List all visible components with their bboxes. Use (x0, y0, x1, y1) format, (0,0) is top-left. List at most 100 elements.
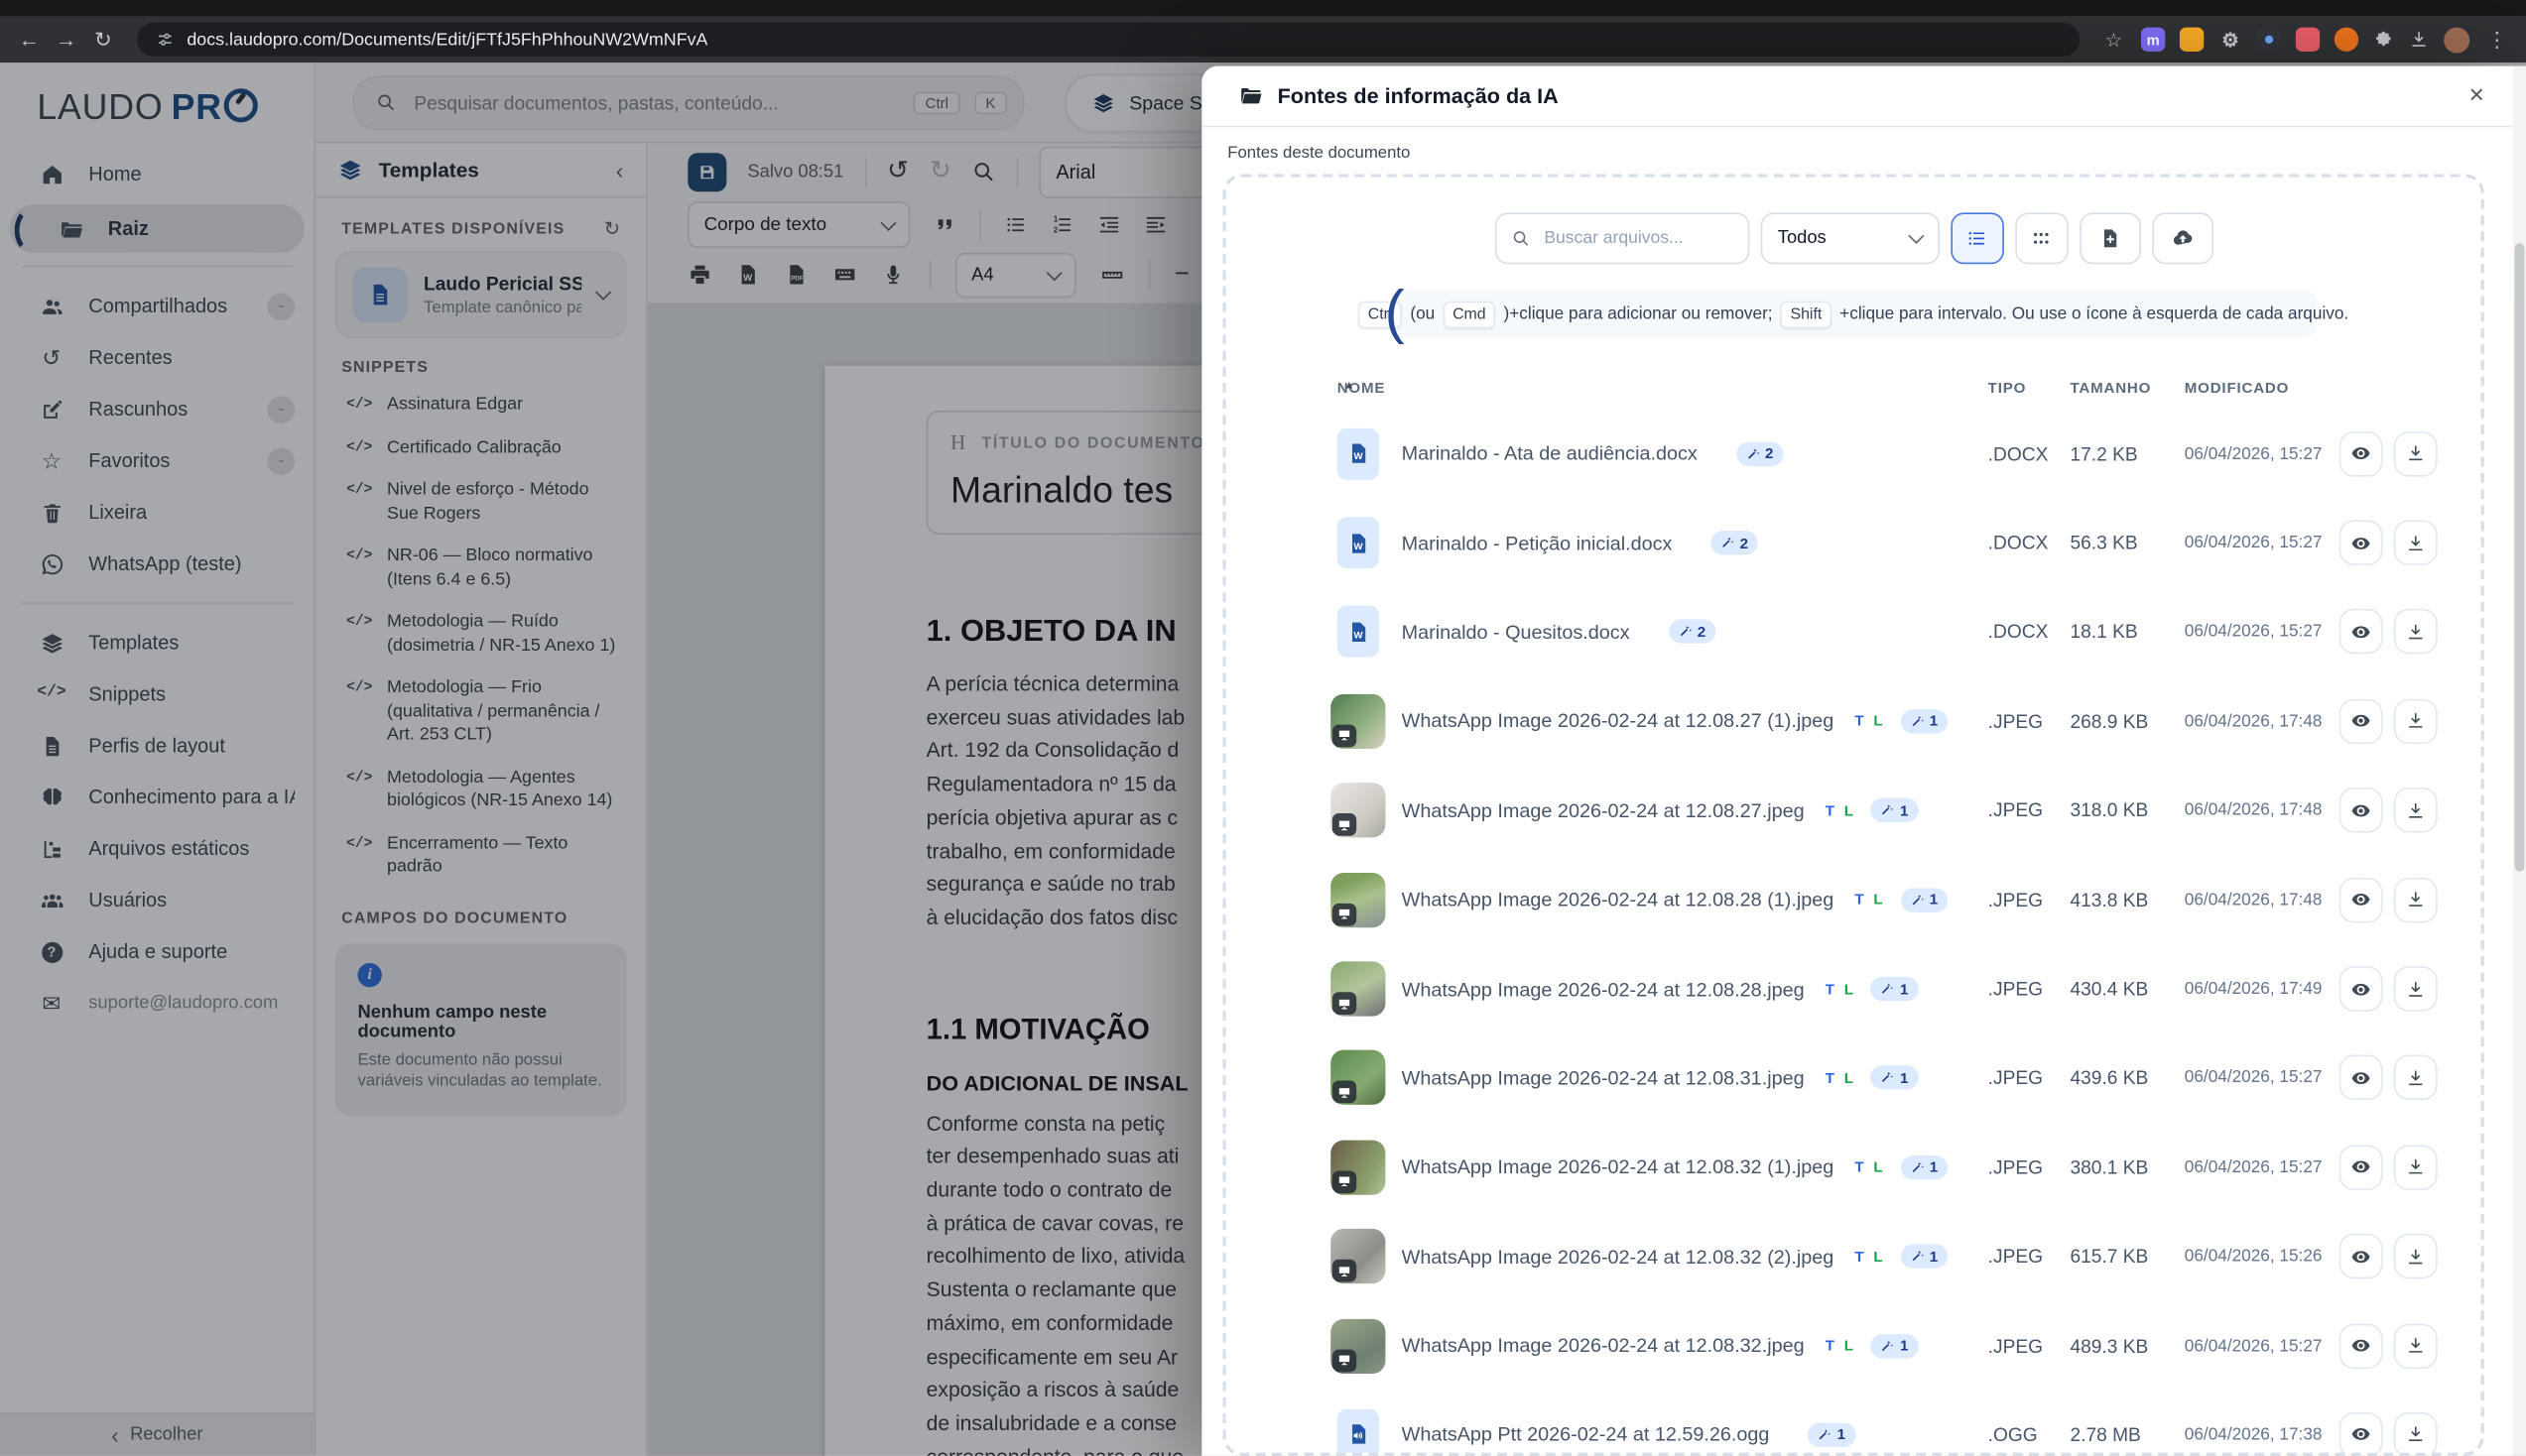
file-row[interactable]: WhatsApp Image 2026-02-24 at 12.08.27 (1… (1226, 676, 2481, 766)
preview-file-button[interactable] (2338, 877, 2383, 922)
file-icon[interactable]: W (1326, 517, 1390, 569)
preview-file-button[interactable] (2338, 1145, 2383, 1190)
extension-icon[interactable] (2334, 27, 2359, 52)
browser-forward-icon[interactable]: → (54, 29, 79, 50)
column-type[interactable]: TIPO (1988, 380, 2026, 396)
file-icon[interactable] (1326, 1050, 1390, 1106)
download-file-button[interactable] (2393, 698, 2438, 744)
file-icon[interactable] (1326, 872, 1390, 927)
url-bar[interactable]: docs.laudopro.com/Documents/Edit/jFTfJ5F… (137, 22, 2081, 57)
file-icon[interactable]: W (1326, 606, 1390, 659)
extension-icon[interactable] (2256, 27, 2282, 52)
ai-usage-badge: 2 (1668, 620, 1715, 645)
file-icon[interactable] (1326, 1318, 1390, 1374)
file-modified: 06/04/2026, 15:27 (2184, 1068, 2323, 1088)
preview-file-button[interactable] (2338, 520, 2383, 566)
scrollbar-thumb[interactable] (2514, 243, 2525, 872)
browser-reload-icon[interactable]: ↻ (90, 29, 116, 50)
ai-usage-badge: 1 (1808, 1422, 1855, 1447)
preview-file-button[interactable] (2338, 1411, 2383, 1453)
download-file-button[interactable] (2393, 1411, 2438, 1453)
file-icon[interactable] (1326, 783, 1390, 838)
download-file-button[interactable] (2393, 877, 2438, 922)
file-type: .DOCX (1987, 442, 2049, 465)
add-file-button[interactable] (2079, 212, 2141, 265)
file-size: 17.2 KB (2070, 442, 2138, 465)
preview-file-button[interactable] (2338, 609, 2383, 655)
file-row[interactable]: WhatsApp Image 2026-02-24 at 12.08.32.jp… (1226, 1301, 2481, 1391)
list-view-button[interactable] (1950, 212, 2004, 265)
file-row[interactable]: WhatsApp Image 2026-02-24 at 12.08.28.jp… (1226, 944, 2481, 1033)
preview-file-button[interactable] (2338, 698, 2383, 744)
preview-file-button[interactable] (2338, 1323, 2383, 1369)
file-icon[interactable] (1326, 693, 1390, 749)
file-type-filter-select[interactable]: Todos (1759, 212, 1940, 265)
file-row[interactable]: WhatsApp Image 2026-02-24 at 12.08.27.jp… (1226, 766, 2481, 855)
column-modified[interactable]: MODIFICADO (2185, 380, 2289, 396)
word-file-icon: W (1336, 517, 1379, 569)
file-type: .JPEG (1987, 1155, 2044, 1179)
grid-view-button[interactable] (2014, 212, 2069, 265)
file-search-input[interactable] (1541, 226, 1733, 250)
extensions-puzzle-icon[interactable] (2373, 29, 2394, 50)
file-type: .JPEG (1987, 888, 2044, 911)
browser-back-icon[interactable]: ← (16, 29, 42, 50)
preview-file-button[interactable] (2338, 1234, 2383, 1279)
column-size[interactable]: TAMANHO (2070, 380, 2151, 396)
file-row[interactable]: W Marinaldo - Ata de audiência.docx 2 .D… (1226, 409, 2481, 498)
file-row[interactable]: W Marinaldo - Petição inicial.docx 2 .DO… (1226, 498, 2481, 587)
upload-cloud-button[interactable] (2151, 212, 2213, 265)
file-type: .JPEG (1987, 1245, 2044, 1269)
file-row[interactable]: WhatsApp Image 2026-02-24 at 12.08.28 (1… (1226, 855, 2481, 944)
file-icon[interactable]: W (1326, 427, 1390, 480)
file-icon[interactable] (1326, 1408, 1390, 1453)
extension-icon[interactable]: ⚙ (2218, 28, 2242, 52)
download-file-button[interactable] (2393, 520, 2438, 566)
browser-menu-icon[interactable]: ⋮ (2484, 29, 2510, 50)
file-name: WhatsApp Image 2026-02-24 at 12.08.27 (1… (1401, 709, 1834, 733)
site-settings-icon[interactable] (157, 31, 175, 49)
extension-icon[interactable] (2179, 27, 2205, 52)
download-file-button[interactable] (2393, 430, 2438, 477)
tag-t: T (1854, 1248, 1864, 1265)
download-file-button[interactable] (2393, 1145, 2438, 1190)
preview-file-button[interactable] (2338, 1055, 2383, 1101)
download-file-button[interactable] (2393, 609, 2438, 655)
download-file-button[interactable] (2393, 1234, 2438, 1279)
file-thumbnail (1330, 1229, 1386, 1284)
file-row[interactable]: WhatsApp Image 2026-02-24 at 12.08.32 (2… (1226, 1212, 2481, 1301)
file-thumbnail (1330, 1318, 1386, 1374)
download-file-button[interactable] (2393, 966, 2438, 1012)
downloads-icon[interactable] (2408, 29, 2429, 50)
file-name: WhatsApp Image 2026-02-24 at 12.08.32 (1… (1401, 1155, 1834, 1179)
file-row[interactable]: WhatsApp Image 2026-02-24 at 12.08.32 (1… (1226, 1123, 2481, 1212)
url-text: docs.laudopro.com/Documents/Edit/jFTfJ5F… (187, 30, 708, 50)
file-icon[interactable] (1326, 1229, 1390, 1284)
extension-icon[interactable] (2295, 27, 2321, 52)
close-icon[interactable]: × (2469, 82, 2484, 109)
extension-icon[interactable]: m (2140, 27, 2166, 52)
download-file-button[interactable] (2393, 1055, 2438, 1101)
bookmark-star-icon[interactable]: ☆ (2100, 30, 2126, 49)
tag-l: L (1843, 802, 1853, 819)
file-icon[interactable] (1326, 1140, 1390, 1195)
page-scrollbar[interactable] (2513, 65, 2526, 1456)
download-file-button[interactable] (2393, 1323, 2438, 1369)
tag-l: L (1843, 980, 1853, 998)
preview-file-button[interactable] (2338, 430, 2383, 477)
file-row[interactable]: W Marinaldo - Quesitos.docx 2 .DOCX 18.1… (1226, 587, 2481, 676)
file-tags: TL (1854, 1159, 1882, 1175)
download-file-button[interactable] (2393, 788, 2438, 833)
file-modified: 06/04/2026, 17:48 (2184, 711, 2323, 731)
file-icon[interactable] (1326, 961, 1390, 1017)
file-modified: 06/04/2026, 17:38 (2184, 1424, 2323, 1445)
file-row[interactable]: WhatsApp Image 2026-02-24 at 12.08.31.jp… (1226, 1033, 2481, 1123)
file-tags: TL (1854, 892, 1882, 908)
file-search[interactable] (1494, 212, 1749, 265)
browser-profile-avatar[interactable] (2444, 26, 2470, 53)
preview-file-button[interactable] (2338, 788, 2383, 833)
ai-usage-badge: 1 (1870, 1065, 1919, 1091)
file-name: WhatsApp Image 2026-02-24 at 12.08.27.jp… (1401, 798, 1805, 822)
file-row[interactable]: WhatsApp Ptt 2026-02-24 at 12.59.26.ogg … (1226, 1391, 2481, 1453)
preview-file-button[interactable] (2338, 966, 2383, 1012)
